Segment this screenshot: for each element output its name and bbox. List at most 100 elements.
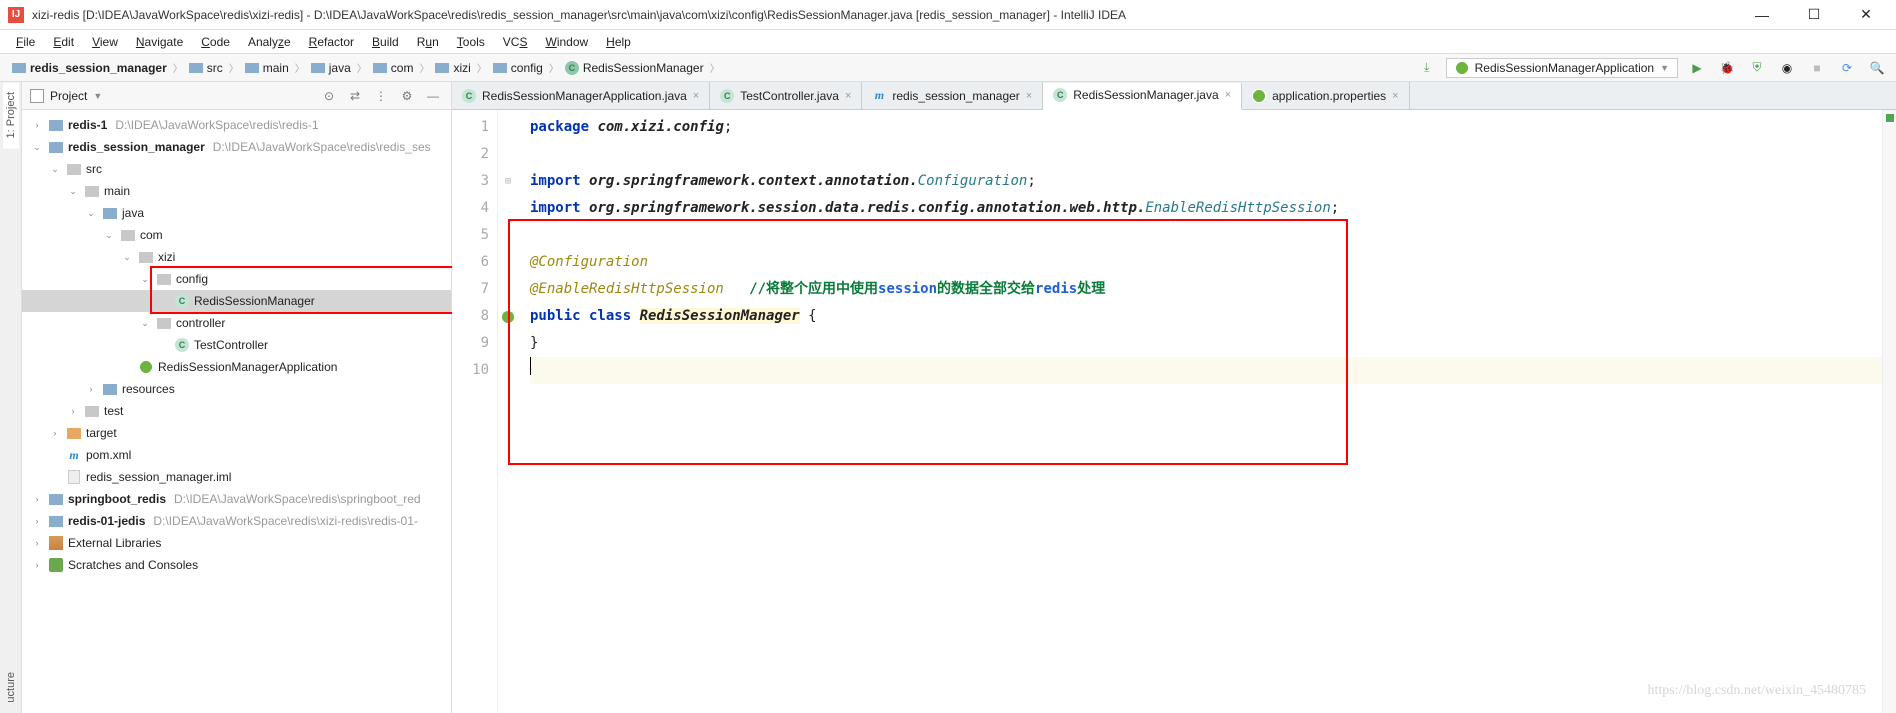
expander-icon[interactable] [156,338,170,352]
editor-tab[interactable]: application.properties× [1242,82,1410,109]
expander-icon[interactable]: ⌄ [138,316,152,330]
expander-icon[interactable]: ⌄ [66,184,80,198]
expander-icon[interactable]: › [30,536,44,550]
tree-row[interactable]: ⌄java [22,202,451,224]
menu-edit[interactable]: Edit [45,33,82,51]
tree-row[interactable]: ›springboot_redisD:\IDEA\JavaWorkSpace\r… [22,488,451,510]
debug-button[interactable]: 🐞 [1716,57,1738,79]
expander-icon[interactable]: ⌄ [48,162,62,176]
expander-icon[interactable]: › [66,404,80,418]
tree-row[interactable]: ›target [22,422,451,444]
menu-file[interactable]: File [8,33,43,51]
expander-icon[interactable] [48,470,62,484]
build-button[interactable]: ⤓ [1416,57,1438,79]
tree-label: External Libraries [68,536,161,550]
settings-button[interactable]: ⚙ [397,86,417,106]
tree-row[interactable]: ⌄src [22,158,451,180]
tree-row[interactable]: ›redis-01-jedisD:\IDEA\JavaWorkSpace\red… [22,510,451,532]
breadcrumb-module[interactable]: redis_session_manager [8,59,171,77]
maximize-button[interactable]: ☐ [1792,1,1836,29]
close-tab-icon[interactable]: × [1225,89,1231,101]
tree-row[interactable]: › External Libraries [22,532,451,554]
expander-icon[interactable]: ⌄ [102,228,116,242]
breadcrumb-xizi[interactable]: xizi [431,59,474,77]
coverage-button[interactable]: ⛨ [1746,57,1768,79]
expander-icon[interactable]: › [84,382,98,396]
breadcrumb-java[interactable]: java [307,59,355,77]
expander-icon[interactable] [48,448,62,462]
expander-icon[interactable]: › [30,118,44,132]
hide-button[interactable]: ― [423,86,443,106]
expander-icon[interactable]: › [30,492,44,506]
expander-icon[interactable] [156,294,170,308]
expander-icon[interactable]: › [48,426,62,440]
tree-row[interactable]: ›test [22,400,451,422]
breadcrumb-class[interactable]: CRedisSessionManager [561,59,708,77]
select-opened-file-button[interactable]: ⊙ [319,86,339,106]
menu-navigate[interactable]: Navigate [128,33,191,51]
folder-icon [189,63,203,73]
tree-row[interactable]: ⌄redis_session_managerD:\IDEA\JavaWorkSp… [22,136,451,158]
menu-view[interactable]: View [84,33,126,51]
expander-icon[interactable]: ⌄ [120,250,134,264]
tree-row[interactable]: ›Scratches and Consoles [22,554,451,576]
stop-button[interactable]: ■ [1806,57,1828,79]
expander-icon[interactable]: › [30,558,44,572]
editor-tab[interactable]: CRedisSessionManagerApplication.java× [452,82,710,109]
expander-icon[interactable]: ⌄ [84,206,98,220]
spring-bean-icon[interactable] [502,311,514,323]
menu-build[interactable]: Build [364,33,407,51]
expand-all-button[interactable]: ⇄ [345,86,365,106]
tree-row[interactable]: ⌄com [22,224,451,246]
minimize-button[interactable]: ― [1740,1,1784,29]
tree-row[interactable]: redis_session_manager.iml [22,466,451,488]
project-tree[interactable]: ›redis-1D:\IDEA\JavaWorkSpace\redis\redi… [22,110,451,713]
editor-tab[interactable]: mredis_session_manager× [862,82,1043,109]
search-button[interactable]: 🔍 [1866,57,1888,79]
tree-row[interactable]: CTestController [22,334,451,356]
properties-icon [1252,89,1266,103]
menu-tools[interactable]: Tools [449,33,493,51]
expander-icon[interactable]: ⌄ [30,140,44,154]
expander-icon[interactable]: ⌄ [138,272,152,286]
tree-row[interactable]: ⌄main [22,180,451,202]
expander-icon[interactable]: › [30,514,44,528]
code-content[interactable]: package com.xizi.config; import org.spri… [518,110,1882,713]
tree-row[interactable]: ›redis-1D:\IDEA\JavaWorkSpace\redis\redi… [22,114,451,136]
breadcrumb: redis_session_manager 〉 src 〉 main 〉 jav… [8,59,720,77]
editor-tab[interactable]: CRedisSessionManager.java× [1043,83,1242,110]
run-config-selector[interactable]: RedisSessionManagerApplication ▼ [1446,58,1678,78]
menu-vcs[interactable]: VCS [495,33,536,51]
run-button[interactable]: ▶ [1686,57,1708,79]
breadcrumb-src[interactable]: src [185,59,227,77]
expander-icon[interactable] [120,360,134,374]
close-tab-icon[interactable]: × [693,90,699,102]
tree-row[interactable]: ›resources [22,378,451,400]
menu-analyze[interactable]: Analyze [240,33,299,51]
tree-row[interactable]: ⌄xizi [22,246,451,268]
tree-row[interactable]: ⌄controller [22,312,451,334]
menu-code[interactable]: Code [193,33,238,51]
side-tab-project[interactable]: 1: Project [3,82,19,148]
profile-button[interactable]: ◉ [1776,57,1798,79]
close-tab-icon[interactable]: × [1026,90,1032,102]
git-update-button[interactable]: ⟳ [1836,57,1858,79]
tree-row[interactable]: RedisSessionManagerApplication [22,356,451,378]
editor-tab[interactable]: CTestController.java× [710,82,862,109]
breadcrumb-main[interactable]: main [241,59,293,77]
breadcrumb-config[interactable]: config [489,59,547,77]
tree-row[interactable]: mpom.xml [22,444,451,466]
tree-row[interactable]: ⌄config [22,268,451,290]
menu-window[interactable]: Window [537,33,596,51]
fold-icon[interactable]: ⊞ [505,176,511,187]
close-button[interactable]: ✕ [1844,1,1888,29]
tree-row[interactable]: CRedisSessionManager [22,290,451,312]
close-tab-icon[interactable]: × [1392,90,1398,102]
breadcrumb-com[interactable]: com [369,59,418,77]
close-tab-icon[interactable]: × [845,90,851,102]
menu-help[interactable]: Help [598,33,639,51]
side-tab-structure[interactable]: ucture [3,662,19,713]
collapse-all-button[interactable]: ⋮ [371,86,391,106]
menu-refactor[interactable]: Refactor [301,33,362,51]
menu-run[interactable]: Run [409,33,447,51]
